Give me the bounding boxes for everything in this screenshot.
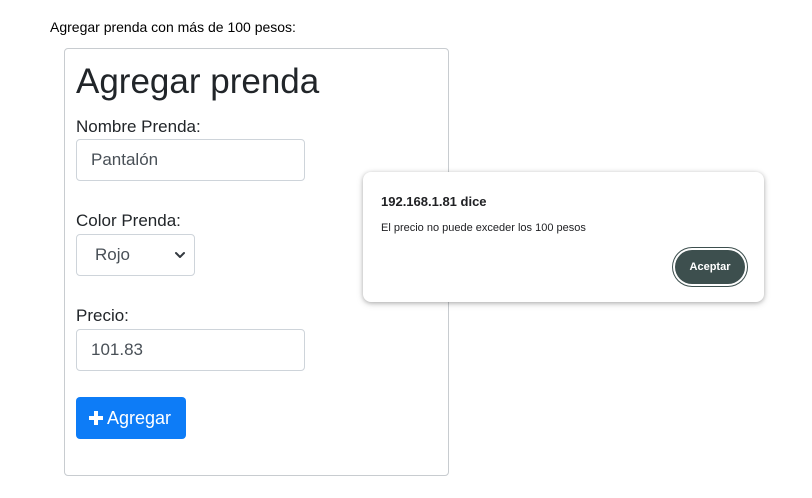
page-caption: Agregar prenda con más de 100 pesos: (50, 19, 296, 35)
precio-input[interactable]: 101.83 (76, 329, 305, 371)
precio-label: Precio: (76, 306, 129, 325)
color-select[interactable]: Rojo (76, 234, 195, 276)
dialog-message: El precio no puede exceder los 100 pesos (381, 222, 586, 234)
aceptar-button[interactable]: Aceptar (675, 250, 745, 284)
agregar-button[interactable]: Agregar (76, 397, 186, 439)
color-select-value: Rojo (95, 245, 130, 264)
form-title: Agregar prenda (76, 62, 320, 101)
agregar-button-label: Agregar (107, 408, 172, 428)
nombre-label: Nombre Prenda: (76, 117, 201, 136)
dialog-origin: 192.168.1.81 dice (381, 194, 487, 209)
precio-input-value: 101.83 (91, 340, 143, 359)
nombre-input-value: Pantalón (91, 150, 159, 169)
chevron-down-icon (175, 252, 185, 258)
alert-dialog: 192.168.1.81 dice El precio no puede exc… (363, 172, 764, 302)
plus-icon (89, 411, 103, 425)
nombre-input[interactable]: Pantalón (76, 139, 305, 181)
color-label: Color Prenda: (76, 211, 181, 230)
